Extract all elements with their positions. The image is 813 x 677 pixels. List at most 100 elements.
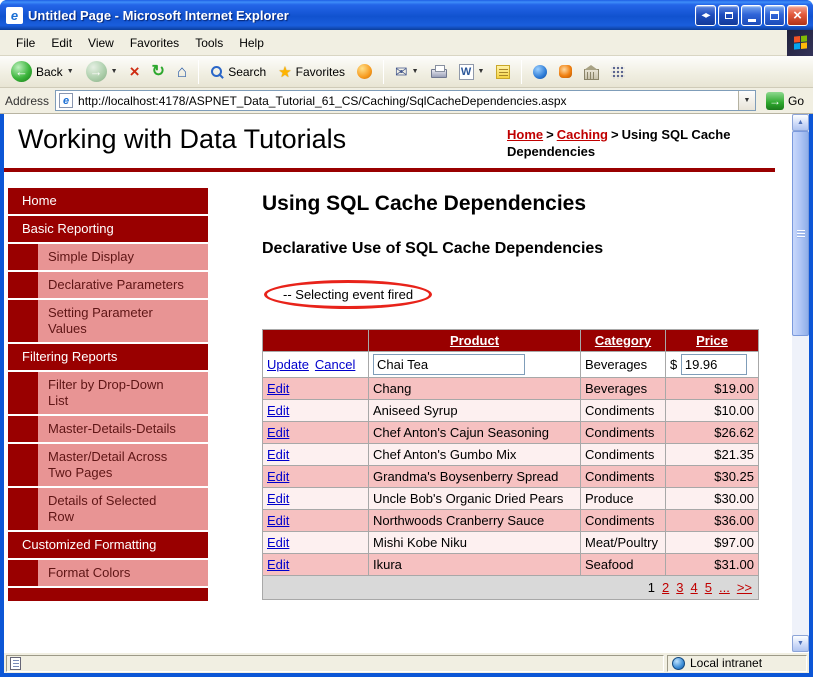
pager-link-5[interactable]: 5 xyxy=(705,580,712,595)
sidebar-item-label: Master/Detail Across Two Pages xyxy=(48,449,168,480)
mail-dropdown-icon[interactable]: ▼ xyxy=(412,68,419,75)
maximize-button[interactable] xyxy=(764,4,785,26)
msn-button[interactable] xyxy=(554,63,577,80)
address-dropdown-button[interactable]: ▼ xyxy=(737,91,755,110)
sidebar-item-master-details-details[interactable]: Master-Details-Details xyxy=(38,416,208,442)
sidebar-item-setting-parameter-values[interactable]: Setting Parameter Values xyxy=(38,300,208,342)
media-button[interactable] xyxy=(352,62,377,81)
addons-button[interactable] xyxy=(606,63,630,81)
edit-link[interactable]: Edit xyxy=(267,425,289,440)
refresh-button[interactable]: ↻ xyxy=(147,62,170,82)
sidebar-item-filtering-reports[interactable]: Filtering Reports xyxy=(8,344,208,370)
price-edit-input[interactable] xyxy=(680,354,747,375)
go-button[interactable]: → Go xyxy=(762,91,808,110)
sort-product-link[interactable]: Product xyxy=(450,333,499,348)
close-button[interactable]: × xyxy=(787,4,808,26)
window-controls: ◂▸ × xyxy=(695,4,808,26)
sidebar-item-customized-formatting[interactable]: Customized Formatting xyxy=(8,532,208,558)
research-icon xyxy=(584,64,600,80)
edit-link[interactable]: Edit xyxy=(267,403,289,418)
pager-link-ellipsis[interactable]: ... xyxy=(719,580,730,595)
edit-link[interactable]: Edit xyxy=(267,535,289,550)
commands-cell: Update Cancel xyxy=(262,351,369,378)
toolbar-separator xyxy=(521,59,523,84)
messenger-button[interactable] xyxy=(528,63,552,81)
edit-link[interactable]: Edit xyxy=(267,381,289,396)
sidebar-item-basic-reporting[interactable]: Basic Reporting xyxy=(8,216,208,242)
cancel-link[interactable]: Cancel xyxy=(315,357,355,372)
edit-dropdown-icon[interactable]: ▼ xyxy=(478,68,485,75)
edit-link[interactable]: Edit xyxy=(267,447,289,462)
scroll-up-button[interactable]: ▲ xyxy=(792,114,809,131)
edit-link[interactable]: Edit xyxy=(267,469,289,484)
sidebar-item-format-colors[interactable]: Format Colors xyxy=(38,560,208,586)
minimize-button[interactable] xyxy=(741,4,762,26)
sidebar-item-filter-by-drop-down-list[interactable]: Filter by Drop-Down List xyxy=(38,372,208,414)
forward-icon: → xyxy=(85,61,107,82)
menu-item-file[interactable]: File xyxy=(8,31,43,55)
price-cell: $30.25 xyxy=(665,465,759,488)
sidebar-item-simple-display[interactable]: Simple Display xyxy=(38,244,208,270)
menu-item-tools[interactable]: Tools xyxy=(187,31,231,55)
edit-with-word-button[interactable]: W ▼ xyxy=(454,62,490,82)
sidebar-item-label: Format Colors xyxy=(48,565,131,580)
pager-link-4[interactable]: 4 xyxy=(691,580,698,595)
commands-cell: Edit xyxy=(262,531,369,554)
scroll-down-button[interactable]: ▼ xyxy=(792,635,809,652)
standard-buttons-toolbar: ← Back ▼ → ▼ × ↻ ⌂ Search ★ Favorites ✉ … xyxy=(0,56,813,88)
price-cell: $31.00 xyxy=(665,553,759,576)
forward-dropdown-icon[interactable]: ▼ xyxy=(111,68,118,75)
address-input[interactable]: e http://localhost:4178/ASPNET_Data_Tuto… xyxy=(55,90,756,111)
browser-viewport: Working with Data Tutorials Home > Caching… xyxy=(4,114,809,652)
back-button[interactable]: ← Back ▼ xyxy=(6,59,79,84)
column-header-price[interactable]: Price xyxy=(665,329,759,352)
breadcrumb-link-caching[interactable]: Caching xyxy=(557,127,608,142)
sort-price-link[interactable]: Price xyxy=(696,333,728,348)
discuss-button[interactable] xyxy=(491,63,515,81)
edit-link[interactable]: Edit xyxy=(267,491,289,506)
update-link[interactable]: Update xyxy=(267,357,309,372)
back-label: Back xyxy=(36,64,63,79)
favorites-button[interactable]: ★ Favorites xyxy=(273,61,350,83)
edit-link[interactable]: Edit xyxy=(267,557,289,572)
sidebar-item-details-of-selected-row[interactable]: Details of Selected Row xyxy=(38,488,208,530)
titlebar-extra-button-1[interactable]: ◂▸ xyxy=(695,4,716,26)
main-content: Using SQL Cache Dependencies Declarative… xyxy=(262,192,759,600)
menu-item-edit[interactable]: Edit xyxy=(43,31,80,55)
mail-button[interactable]: ✉ ▼ xyxy=(390,61,424,83)
sidebar-item-declarative-parameters[interactable]: Declarative Parameters xyxy=(38,272,208,298)
breadcrumb-link-home[interactable]: Home xyxy=(507,127,543,142)
sidebar-item-home[interactable]: Home xyxy=(8,188,208,214)
pager-link-3[interactable]: 3 xyxy=(676,580,683,595)
sidebar-indent-strip xyxy=(8,444,38,486)
pager-link-2[interactable]: 2 xyxy=(662,580,669,595)
edit-link[interactable]: Edit xyxy=(267,513,289,528)
research-button[interactable] xyxy=(579,62,604,82)
print-button[interactable] xyxy=(426,63,452,80)
pager-link-next[interactable]: >> xyxy=(737,580,752,595)
address-url-text[interactable]: http://localhost:4178/ASPNET_Data_Tutori… xyxy=(78,94,738,108)
status-left-pane xyxy=(6,654,664,672)
menu-item-favorites[interactable]: Favorites xyxy=(122,31,187,55)
sidebar-nav: Home Basic Reporting Simple Display Decl… xyxy=(8,188,208,601)
menu-item-view[interactable]: View xyxy=(80,31,122,55)
product-edit-input[interactable] xyxy=(373,354,525,375)
scroll-thumb[interactable] xyxy=(792,131,809,336)
sort-category-link[interactable]: Category xyxy=(595,333,651,348)
sidebar-item-master-detail-across-two-pages[interactable]: Master/Detail Across Two Pages xyxy=(38,444,208,486)
titlebar-extra-button-2[interactable] xyxy=(718,4,739,26)
discuss-icon xyxy=(496,64,511,79)
event-message-row: -- Selecting event fired xyxy=(262,280,758,309)
page-heading: Using SQL Cache Dependencies xyxy=(262,192,587,215)
menu-item-help[interactable]: Help xyxy=(231,31,272,55)
search-button[interactable]: Search xyxy=(205,63,271,81)
column-header-product[interactable]: Product xyxy=(368,329,581,352)
back-dropdown-icon[interactable]: ▼ xyxy=(67,68,74,75)
vertical-scrollbar[interactable]: ▲ ▼ xyxy=(792,114,809,652)
stop-button[interactable]: × xyxy=(125,61,145,82)
column-header-category[interactable]: Category xyxy=(580,329,666,352)
home-button[interactable]: ⌂ xyxy=(172,61,192,82)
forward-button[interactable]: → ▼ xyxy=(81,59,123,84)
category-cell: Condiments xyxy=(580,465,666,488)
grid-row: Edit Mishi Kobe Niku Meat/Poultry $97.00 xyxy=(262,531,759,554)
